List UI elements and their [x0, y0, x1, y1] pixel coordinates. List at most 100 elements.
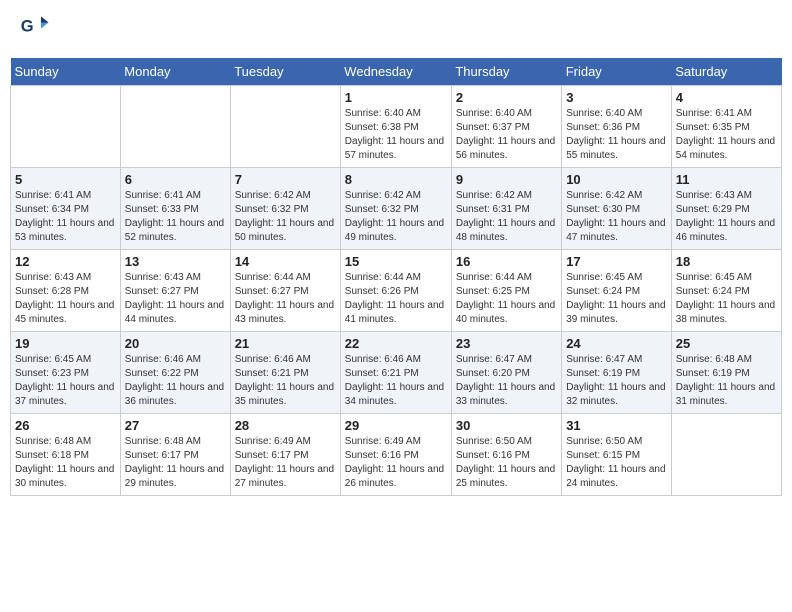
day-of-week-wednesday: Wednesday	[340, 58, 451, 86]
day-info: Sunrise: 6:40 AM Sunset: 6:36 PM Dayligh…	[566, 107, 667, 163]
day-info: Sunrise: 6:46 AM Sunset: 6:21 PM Dayligh…	[345, 353, 447, 409]
day-info: Sunrise: 6:46 AM Sunset: 6:21 PM Dayligh…	[235, 353, 336, 409]
day-info: Sunrise: 6:41 AM Sunset: 6:34 PM Dayligh…	[15, 189, 116, 245]
day-number: 22	[345, 336, 447, 351]
day-of-week-tuesday: Tuesday	[230, 58, 340, 86]
calendar-cell: 3 Sunrise: 6:40 AM Sunset: 6:36 PM Daylig…	[562, 86, 672, 168]
day-number: 18	[676, 254, 777, 269]
calendar-cell	[230, 86, 340, 168]
day-info: Sunrise: 6:43 AM Sunset: 6:29 PM Dayligh…	[676, 189, 777, 245]
day-of-week-thursday: Thursday	[451, 58, 561, 86]
calendar-cell: 17 Sunrise: 6:45 AM Sunset: 6:24 PM Dayli…	[562, 250, 672, 332]
calendar-cell: 24 Sunrise: 6:47 AM Sunset: 6:19 PM Dayli…	[562, 332, 672, 414]
day-number: 24	[566, 336, 667, 351]
day-number: 4	[676, 90, 777, 105]
day-info: Sunrise: 6:48 AM Sunset: 6:18 PM Dayligh…	[15, 435, 116, 491]
day-number: 21	[235, 336, 336, 351]
calendar-cell: 14 Sunrise: 6:44 AM Sunset: 6:27 PM Dayli…	[230, 250, 340, 332]
day-number: 28	[235, 418, 336, 433]
calendar-cell: 12Sunrise: 6:43 AM Sunset: 6:28 PM Dayli…	[11, 250, 121, 332]
calendar-cell: 10 Sunrise: 6:42 AM Sunset: 6:30 PM Dayli…	[562, 168, 672, 250]
calendar-cell: 2 Sunrise: 6:40 AM Sunset: 6:37 PM Daylig…	[451, 86, 561, 168]
calendar-cell: 28Sunrise: 6:49 AM Sunset: 6:17 PM Dayli…	[230, 414, 340, 496]
day-number: 23	[456, 336, 557, 351]
day-number: 20	[125, 336, 226, 351]
day-number: 17	[566, 254, 667, 269]
day-info: Sunrise: 6:47 AM Sunset: 6:19 PM Dayligh…	[566, 353, 667, 409]
day-info: Sunrise: 6:42 AM Sunset: 6:30 PM Dayligh…	[566, 189, 667, 245]
day-number: 19	[15, 336, 116, 351]
day-of-week-saturday: Saturday	[671, 58, 781, 86]
day-number: 9	[456, 172, 557, 187]
logo-icon: G	[20, 15, 50, 45]
day-info: Sunrise: 6:48 AM Sunset: 6:17 PM Dayligh…	[125, 435, 226, 491]
calendar-cell: 20Sunrise: 6:46 AM Sunset: 6:22 PM Dayli…	[120, 332, 230, 414]
day-info: Sunrise: 6:43 AM Sunset: 6:27 PM Dayligh…	[125, 271, 226, 327]
calendar-cell: 9Sunrise: 6:42 AM Sunset: 6:31 PM Daylig…	[451, 168, 561, 250]
day-info: Sunrise: 6:44 AM Sunset: 6:26 PM Dayligh…	[345, 271, 447, 327]
calendar-week-row: 26 Sunrise: 6:48 AM Sunset: 6:18 PM Dayli…	[11, 414, 782, 496]
page-header: G	[10, 10, 782, 50]
day-info: Sunrise: 6:43 AM Sunset: 6:28 PM Dayligh…	[15, 271, 116, 327]
day-info: Sunrise: 6:44 AM Sunset: 6:27 PM Dayligh…	[235, 271, 336, 327]
day-number: 14	[235, 254, 336, 269]
day-number: 31	[566, 418, 667, 433]
day-info: Sunrise: 6:50 AM Sunset: 6:16 PM Dayligh…	[456, 435, 557, 491]
day-number: 6	[125, 172, 226, 187]
calendar-cell	[11, 86, 121, 168]
calendar-cell: 7 Sunrise: 6:42 AM Sunset: 6:32 PM Daylig…	[230, 168, 340, 250]
calendar-cell: 8Sunrise: 6:42 AM Sunset: 6:32 PM Daylig…	[340, 168, 451, 250]
day-info: Sunrise: 6:40 AM Sunset: 6:37 PM Dayligh…	[456, 107, 557, 163]
day-number: 7	[235, 172, 336, 187]
calendar-cell: 19 Sunrise: 6:45 AM Sunset: 6:23 PM Dayli…	[11, 332, 121, 414]
day-number: 13	[125, 254, 226, 269]
day-number: 1	[345, 90, 447, 105]
day-info: Sunrise: 6:45 AM Sunset: 6:24 PM Dayligh…	[676, 271, 777, 327]
svg-text:G: G	[21, 18, 34, 36]
calendar-cell: 21 Sunrise: 6:46 AM Sunset: 6:21 PM Dayli…	[230, 332, 340, 414]
day-of-week-monday: Monday	[120, 58, 230, 86]
calendar-cell: 23 Sunrise: 6:47 AM Sunset: 6:20 PM Dayli…	[451, 332, 561, 414]
day-number: 27	[125, 418, 226, 433]
calendar-cell: 6 Sunrise: 6:41 AM Sunset: 6:33 PM Daylig…	[120, 168, 230, 250]
calendar-cell: 5 Sunrise: 6:41 AM Sunset: 6:34 PM Daylig…	[11, 168, 121, 250]
day-number: 10	[566, 172, 667, 187]
day-info: Sunrise: 6:42 AM Sunset: 6:32 PM Dayligh…	[235, 189, 336, 245]
day-info: Sunrise: 6:40 AM Sunset: 6:38 PM Dayligh…	[345, 107, 447, 163]
calendar-cell: 18 Sunrise: 6:45 AM Sunset: 6:24 PM Dayli…	[671, 250, 781, 332]
calendar: SundayMondayTuesdayWednesdayThursdayFrid…	[10, 58, 782, 496]
calendar-week-row: 1 Sunrise: 6:40 AM Sunset: 6:38 PM Daylig…	[11, 86, 782, 168]
calendar-cell: 22 Sunrise: 6:46 AM Sunset: 6:21 PM Dayli…	[340, 332, 451, 414]
calendar-cell	[120, 86, 230, 168]
day-number: 5	[15, 172, 116, 187]
day-info: Sunrise: 6:41 AM Sunset: 6:33 PM Dayligh…	[125, 189, 226, 245]
day-info: Sunrise: 6:50 AM Sunset: 6:15 PM Dayligh…	[566, 435, 667, 491]
day-number: 29	[345, 418, 447, 433]
calendar-week-row: 12Sunrise: 6:43 AM Sunset: 6:28 PM Dayli…	[11, 250, 782, 332]
day-of-week-friday: Friday	[562, 58, 672, 86]
day-info: Sunrise: 6:44 AM Sunset: 6:25 PM Dayligh…	[456, 271, 557, 327]
day-number: 11	[676, 172, 777, 187]
calendar-cell: 13 Sunrise: 6:43 AM Sunset: 6:27 PM Dayli…	[120, 250, 230, 332]
day-number: 25	[676, 336, 777, 351]
day-number: 8	[345, 172, 447, 187]
day-number: 3	[566, 90, 667, 105]
calendar-cell: 29Sunrise: 6:49 AM Sunset: 6:16 PM Dayli…	[340, 414, 451, 496]
calendar-cell: 31 Sunrise: 6:50 AM Sunset: 6:15 PM Dayli…	[562, 414, 672, 496]
calendar-header-row: SundayMondayTuesdayWednesdayThursdayFrid…	[11, 58, 782, 86]
calendar-cell: 27 Sunrise: 6:48 AM Sunset: 6:17 PM Dayli…	[120, 414, 230, 496]
day-info: Sunrise: 6:45 AM Sunset: 6:23 PM Dayligh…	[15, 353, 116, 409]
day-of-week-sunday: Sunday	[11, 58, 121, 86]
day-info: Sunrise: 6:45 AM Sunset: 6:24 PM Dayligh…	[566, 271, 667, 327]
calendar-cell: 1 Sunrise: 6:40 AM Sunset: 6:38 PM Daylig…	[340, 86, 451, 168]
day-number: 15	[345, 254, 447, 269]
day-number: 30	[456, 418, 557, 433]
day-info: Sunrise: 6:47 AM Sunset: 6:20 PM Dayligh…	[456, 353, 557, 409]
calendar-cell: 30 Sunrise: 6:50 AM Sunset: 6:16 PM Dayli…	[451, 414, 561, 496]
day-number: 26	[15, 418, 116, 433]
calendar-cell: 15 Sunrise: 6:44 AM Sunset: 6:26 PM Dayli…	[340, 250, 451, 332]
calendar-week-row: 5 Sunrise: 6:41 AM Sunset: 6:34 PM Daylig…	[11, 168, 782, 250]
day-number: 2	[456, 90, 557, 105]
calendar-cell: 11 Sunrise: 6:43 AM Sunset: 6:29 PM Dayli…	[671, 168, 781, 250]
day-info: Sunrise: 6:48 AM Sunset: 6:19 PM Dayligh…	[676, 353, 777, 409]
